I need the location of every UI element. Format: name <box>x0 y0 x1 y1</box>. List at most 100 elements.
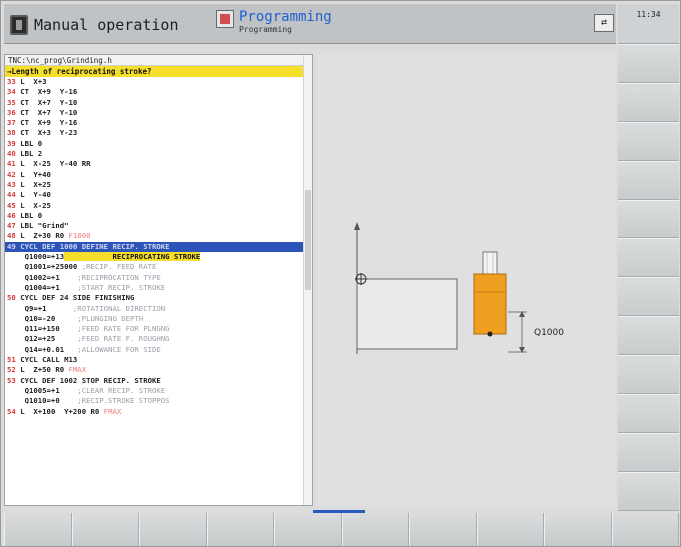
mode-programming[interactable]: Programming Programming <box>216 10 332 40</box>
line-code: L Y+40 <box>15 169 51 179</box>
program-line-selected[interactable]: 49 CYCL DEF 1000 DEFINE RECIP. STROKE <box>5 241 312 253</box>
program-line[interactable]: 43 L X+25 <box>5 180 312 190</box>
softkey-10[interactable] <box>611 513 679 546</box>
program-line[interactable]: Q14=+0.01 ;ALLOWANCE FOR SIDE <box>5 345 312 355</box>
program-line[interactable]: 37 CT X+9 Y-16 <box>5 118 312 128</box>
program-editor[interactable]: TNC:\nc_prog\Grinding.h →Length of recip… <box>4 54 313 506</box>
line-code: Q12=+25 <box>7 334 56 344</box>
scrollbar[interactable] <box>303 55 312 505</box>
mode-manual-label: Manual operation <box>34 16 179 34</box>
line-code: Q1001=+25000 <box>7 262 78 272</box>
program-line[interactable]: 42 L Y+40 <box>5 170 312 180</box>
program-line[interactable]: 39 LBL 0 <box>5 139 312 149</box>
program-line[interactable]: Q1010=+0 ;RECIP.STROKE STOPPOS <box>5 396 312 406</box>
program-line[interactable]: 45 L X-25 <box>5 201 312 211</box>
program-line[interactable]: 36 CT X+7 Y-10 <box>5 108 312 118</box>
line-code: L X+100 Y+200 R0 <box>15 406 104 416</box>
scrollbar-thumb[interactable] <box>305 190 311 290</box>
program-line[interactable]: Q10=-20 ;PLUNGING DEPTH <box>5 314 312 324</box>
vertical-softkey-2[interactable] <box>618 82 679 122</box>
program-line[interactable]: Q1001=+25000 ;RECIP. FEED RATE <box>5 262 312 272</box>
line-number: 35 <box>7 97 16 107</box>
line-code: CT X+9 Y-16 <box>15 87 78 97</box>
program-line[interactable]: Q9=+1 ;ROTATIONAL DIRECTION <box>5 304 312 314</box>
screen-frame: Manual operation Programming Programming… <box>0 0 681 547</box>
tool-reference-point <box>487 331 493 337</box>
line-number: 41 <box>7 159 16 169</box>
line-number: 51 <box>7 355 16 365</box>
softkey-6[interactable] <box>341 513 409 546</box>
vertical-softkey-6[interactable] <box>618 238 679 278</box>
workpiece <box>356 278 458 350</box>
softkey-2[interactable] <box>71 513 139 546</box>
line-number: 53 <box>7 375 16 385</box>
vertical-softkey-9[interactable] <box>618 355 679 395</box>
vertical-softkey-10[interactable] <box>618 394 679 433</box>
line-comment: ;PLUNGING DEPTH <box>55 313 144 323</box>
program-line[interactable]: 46 LBL 0 <box>5 211 312 221</box>
program-lines[interactable]: 33 L X+3 34 CT X+9 Y-16 35 CT X+7 Y-10 36 C… <box>5 77 312 417</box>
program-line[interactable]: 50 CYCL DEF 24 SIDE FINISHING <box>5 293 312 303</box>
line-code: L X+3 <box>15 77 47 86</box>
program-line[interactable]: 38 CT X+3 Y-23 <box>5 128 312 138</box>
program-line[interactable]: 33 L X+3 <box>5 77 312 87</box>
mode-manual-operation[interactable]: Manual operation <box>10 10 179 40</box>
vertical-softkey-1[interactable] <box>618 44 679 83</box>
program-line[interactable]: 35 CT X+7 Y-10 <box>5 98 312 108</box>
reciprocating-stroke-diagram: Q1000 <box>354 222 564 354</box>
grinder-spindle <box>482 251 498 275</box>
line-number: 42 <box>7 169 16 179</box>
program-line[interactable]: Q11=+150 ;FEED RATE FOR PLNGNG <box>5 324 312 334</box>
program-line[interactable]: Q1004=+1 ;START RECIP. STROKE <box>5 283 312 293</box>
program-line[interactable]: 52 L Z+50 R0 FMAX <box>5 365 312 375</box>
program-line[interactable]: Q1005=+1 ;CLEAR RECIP. STROKE <box>5 386 312 396</box>
line-number: 44 <box>7 190 16 200</box>
vertical-softkey-5[interactable] <box>618 199 679 239</box>
program-line[interactable]: 34 CT X+9 Y-16 <box>5 87 312 97</box>
softkey-7[interactable] <box>409 513 477 546</box>
line-code: LBL 2 <box>15 149 43 159</box>
line-code: CT X+7 Y-10 <box>15 97 78 107</box>
softkey-4[interactable] <box>206 513 274 546</box>
mode-programming-subtitle: Programming <box>239 25 292 34</box>
line-code: Q1004=+1 <box>7 282 60 292</box>
line-code: Q1010=+0 <box>7 396 60 406</box>
program-line[interactable]: 48 L Z+30 R0 F1000 <box>5 231 312 241</box>
program-line[interactable]: 51 CYCL CALL M13 <box>5 355 312 365</box>
grinding-wheel <box>473 273 507 335</box>
vertical-softkey-3[interactable] <box>618 121 679 161</box>
program-line[interactable]: 41 L X-25 Y-40 RR <box>5 159 312 169</box>
softkey-5[interactable] <box>274 513 342 546</box>
line-number: 50 <box>7 293 16 303</box>
line-number: 43 <box>7 179 16 189</box>
program-line[interactable]: 53 CYCL DEF 1002 STOP RECIP. STROKE <box>5 376 312 386</box>
program-line[interactable]: Q1002=+1 ;RECIPROCATION TYPE <box>5 273 312 283</box>
line-code: CYCL DEF 1002 STOP RECIP. STROKE <box>15 375 161 385</box>
softkey-8[interactable] <box>476 513 544 546</box>
line-number: 33 <box>7 77 16 86</box>
vertical-softkey-8[interactable] <box>618 316 679 356</box>
softkey-1[interactable] <box>4 513 72 546</box>
program-line[interactable]: Q1000=+13 RECIPROCATING STROKE <box>5 252 312 262</box>
program-line[interactable]: Q12=+25 ;FEED RATE F. ROUGHNG <box>5 334 312 344</box>
program-line[interactable]: 47 LBL "Grind" <box>5 221 312 231</box>
vertical-softkey-12[interactable] <box>618 471 679 511</box>
line-number: 37 <box>7 118 16 128</box>
header-bar: Manual operation Programming Programming… <box>4 4 616 44</box>
programming-mode-icon <box>216 10 234 28</box>
program-line[interactable]: 40 LBL 2 <box>5 149 312 159</box>
vertical-softkey-4[interactable] <box>618 160 679 200</box>
line-feed: FMAX <box>103 406 122 416</box>
line-code: CT X+9 Y-16 <box>15 118 78 128</box>
line-code: Q1002=+1 <box>7 272 60 282</box>
switch-mode-icon[interactable]: ⇄ <box>594 14 614 32</box>
program-line[interactable]: 44 L Y-40 <box>5 190 312 200</box>
vertical-softkey-7[interactable] <box>618 277 679 317</box>
softkey-9[interactable] <box>544 513 612 546</box>
line-number: 47 <box>7 221 16 231</box>
program-line[interactable]: 54 L X+100 Y+200 R0 FMAX <box>5 407 312 417</box>
line-comment: ;CLEAR RECIP. STROKE <box>59 385 166 395</box>
line-feed: FMAX <box>68 365 87 375</box>
vertical-softkey-11[interactable] <box>618 432 679 472</box>
softkey-3[interactable] <box>139 513 207 546</box>
